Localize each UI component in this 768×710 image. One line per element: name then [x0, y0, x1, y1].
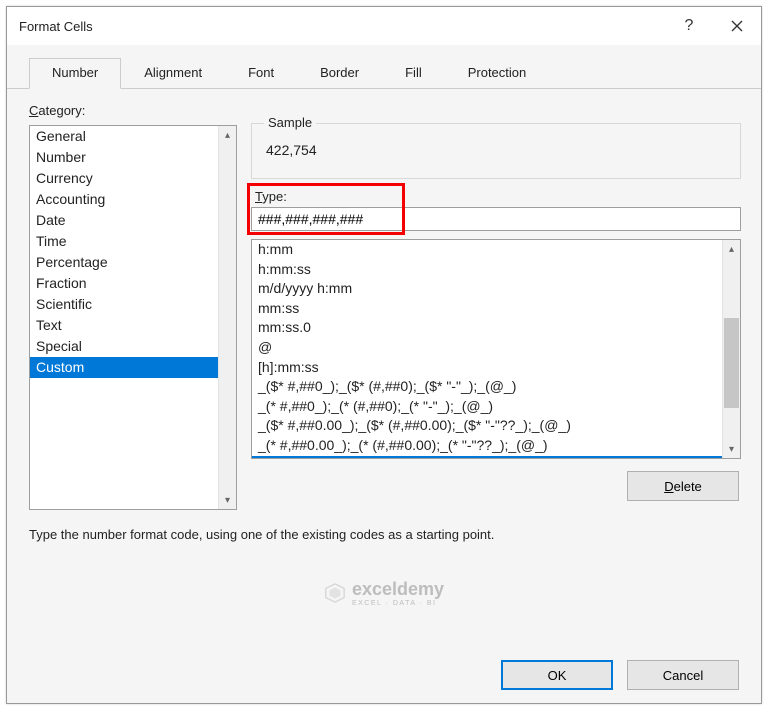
- type-group: Type:: [251, 187, 741, 231]
- tab-number[interactable]: Number: [29, 58, 121, 89]
- scroll-down-icon[interactable]: ▾: [219, 491, 236, 509]
- format-listbox[interactable]: h:mmh:mm:ssm/d/yyyy h:mmmm:ssmm:ss.0@[h]…: [251, 239, 741, 459]
- category-item[interactable]: Fraction: [30, 273, 218, 294]
- category-item[interactable]: Time: [30, 231, 218, 252]
- format-item[interactable]: _(* #,##0_);_(* (#,##0);_(* "-"_);_(@_): [252, 397, 722, 417]
- dialog-title: Format Cells: [19, 19, 665, 34]
- format-item[interactable]: @: [252, 338, 722, 358]
- format-item[interactable]: mm:ss.0: [252, 318, 722, 338]
- tab-fill[interactable]: Fill: [382, 58, 445, 89]
- close-icon: [731, 20, 743, 32]
- hint-text: Type the number format code, using one o…: [29, 527, 494, 542]
- format-scrollbar[interactable]: ▴ ▾: [722, 240, 740, 458]
- titlebar: Format Cells ?: [7, 7, 761, 45]
- category-label: Category:: [29, 103, 739, 118]
- tab-font[interactable]: Font: [225, 58, 297, 89]
- sample-group: Sample 422,754: [251, 123, 741, 179]
- format-item[interactable]: h:mm:ss: [252, 260, 722, 280]
- scroll-up-icon[interactable]: ▴: [219, 126, 236, 144]
- category-scrollbar[interactable]: ▴ ▾: [218, 126, 236, 509]
- tab-protection[interactable]: Protection: [445, 58, 550, 89]
- tab-border[interactable]: Border: [297, 58, 382, 89]
- help-button[interactable]: ?: [665, 7, 713, 45]
- category-item[interactable]: Percentage: [30, 252, 218, 273]
- category-item[interactable]: Special: [30, 336, 218, 357]
- sample-legend: Sample: [264, 115, 316, 130]
- category-item[interactable]: Custom: [30, 357, 218, 378]
- scroll-up-icon[interactable]: ▴: [723, 240, 740, 258]
- tabstrip: NumberAlignmentFontBorderFillProtection: [7, 45, 761, 89]
- category-item[interactable]: Text: [30, 315, 218, 336]
- ok-button[interactable]: OK: [501, 660, 613, 690]
- watermark-icon: [324, 582, 346, 604]
- category-item[interactable]: Date: [30, 210, 218, 231]
- format-item[interactable]: _(* #,##0.00_);_(* (#,##0.00);_(* "-"??_…: [252, 436, 722, 456]
- delete-button[interactable]: Delete: [627, 471, 739, 501]
- category-listbox[interactable]: GeneralNumberCurrencyAccountingDateTimeP…: [29, 125, 237, 510]
- format-item[interactable]: [h]:mm:ss: [252, 358, 722, 378]
- tab-alignment[interactable]: Alignment: [121, 58, 225, 89]
- watermark: exceldemy EXCEL · DATA · BI: [324, 579, 444, 607]
- format-item[interactable]: mm:ss: [252, 299, 722, 319]
- category-item[interactable]: Accounting: [30, 189, 218, 210]
- type-label: Type:: [251, 187, 741, 207]
- type-input[interactable]: [251, 207, 741, 231]
- tab-content-number: Category: GeneralNumberCurrencyAccountin…: [7, 89, 761, 647]
- cancel-button[interactable]: Cancel: [627, 660, 739, 690]
- format-item[interactable]: _($* #,##0_);_($* (#,##0);_($* "-"_);_(@…: [252, 377, 722, 397]
- scrollbar-thumb[interactable]: [724, 318, 739, 408]
- category-item[interactable]: Currency: [30, 168, 218, 189]
- format-item[interactable]: ###,###,###,###: [252, 456, 722, 458]
- format-item[interactable]: h:mm: [252, 240, 722, 260]
- sample-value: 422,754: [252, 124, 740, 158]
- format-cells-dialog: Format Cells ? NumberAlignmentFontBorder…: [6, 6, 762, 704]
- format-item[interactable]: m/d/yyyy h:mm: [252, 279, 722, 299]
- category-item[interactable]: Number: [30, 147, 218, 168]
- category-item[interactable]: Scientific: [30, 294, 218, 315]
- format-item[interactable]: _($* #,##0.00_);_($* (#,##0.00);_($* "-"…: [252, 416, 722, 436]
- dialog-footer: OK Cancel: [7, 647, 761, 703]
- close-button[interactable]: [713, 7, 761, 45]
- scroll-down-icon[interactable]: ▾: [723, 440, 740, 458]
- category-item[interactable]: General: [30, 126, 218, 147]
